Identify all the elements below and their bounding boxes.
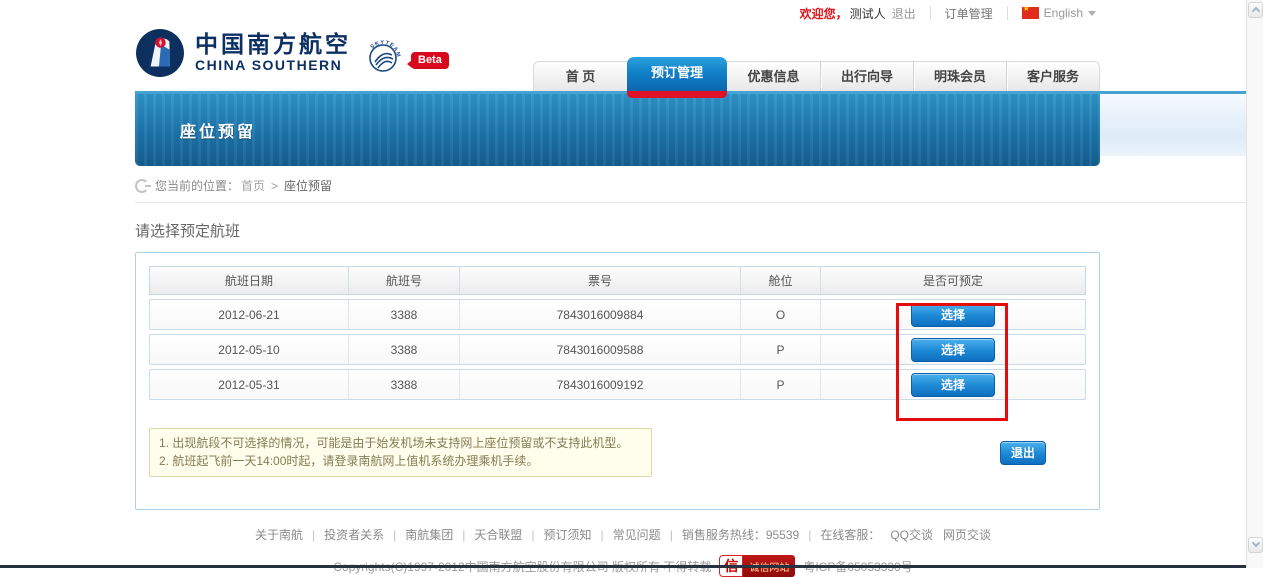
col-header-flight-date: 航班日期 <box>150 272 348 289</box>
footer-link-investor[interactable]: 投资者关系 <box>303 526 384 543</box>
col-header-ticket-no: 票号 <box>459 267 740 294</box>
note-line: 1. 出现航段不可选择的情况，可能是由于始发机场未支持网上座位预留或不支持此机型… <box>159 434 642 452</box>
ticket-no: 7843016009884 <box>459 300 740 329</box>
select-button[interactable]: 选择 <box>911 373 995 397</box>
table-row: 2012-05-10 3388 7843016009588 P 选择 <box>149 334 1086 365</box>
footer-link-skyteam[interactable]: 天合联盟 <box>453 526 522 543</box>
welcome-text: 欢迎您， <box>800 5 848 22</box>
cabin-class: O <box>740 300 820 329</box>
col-header-cabin: 舱位 <box>740 267 820 294</box>
breadcrumb-separator: > <box>271 179 278 193</box>
web-chat-link[interactable]: 网页交谈 <box>943 526 991 543</box>
breadcrumb-home-link[interactable]: 首页 <box>241 177 265 194</box>
china-flag-icon <box>1022 7 1039 19</box>
footer-link-about[interactable]: 关于南航 <box>255 526 303 543</box>
flight-date: 2012-05-10 <box>150 343 348 357</box>
select-button[interactable]: 选择 <box>911 338 995 362</box>
note-line: 2. 航班起飞前一天14:00时起，请登录南航网上值机系统办理乘机手续。 <box>159 452 642 470</box>
page-banner: 座位预留 <box>135 94 1246 166</box>
logout-link[interactable]: 退出 <box>892 5 916 22</box>
notes-box: 1. 出现航段不可选择的情况，可能是由于始发机场未支持网上座位预留或不支持此机型… <box>149 428 652 477</box>
language-label: English <box>1044 6 1083 20</box>
site-header: 中国南方航空 CHINA SOUTHERN SKYTEAM Beta 首 页 预… <box>0 26 1246 91</box>
ticket-no: 7843016009588 <box>459 335 740 364</box>
ticket-no: 7843016009192 <box>459 370 740 399</box>
nav-tab-promotions[interactable]: 优惠信息 <box>727 62 820 91</box>
nav-tab-customer-service[interactable]: 客户服务 <box>1006 62 1099 91</box>
sales-hotline: 销售服务热线：95539 <box>661 526 800 543</box>
footer-link-group[interactable]: 南航集团 <box>384 526 453 543</box>
brand-name-cn: 中国南方航空 <box>195 31 351 57</box>
username: 测试人 <box>850 5 886 22</box>
language-switcher[interactable]: English <box>1022 6 1096 20</box>
footer: 关于南航 投资者关系 南航集团 天合联盟 预订须知 常见问题 销售服务热线：95… <box>0 526 1246 577</box>
page: 欢迎您， 测试人 退出 订单管理 English 中国南方航空 CHINA SO… <box>0 0 1246 568</box>
flight-no: 3388 <box>348 370 459 399</box>
flight-no: 3388 <box>348 300 459 329</box>
table-row: 2012-05-31 3388 7843016009192 P 选择 <box>149 369 1086 400</box>
divider <box>1007 6 1008 20</box>
nav-tab-booking-management[interactable]: 预订管理 <box>627 57 727 91</box>
banner-main: 座位预留 <box>135 94 1100 166</box>
page-title: 座位预留 <box>180 118 256 142</box>
divider <box>135 202 1246 203</box>
vertical-scrollbar[interactable] <box>1246 0 1263 568</box>
scroll-up-button[interactable] <box>1248 2 1263 18</box>
nav-tab-travel-guide[interactable]: 出行向导 <box>820 62 913 91</box>
footer-link-faq[interactable]: 常见问题 <box>592 526 661 543</box>
footer-link-booking-notice[interactable]: 预订须知 <box>522 526 591 543</box>
col-header-flight-no: 航班号 <box>348 267 459 294</box>
banner-side-sky <box>1100 94 1246 156</box>
brand-name-en: CHINA SOUTHERN <box>195 57 351 73</box>
select-button[interactable]: 选择 <box>911 303 995 327</box>
breadcrumb-current: 座位预留 <box>284 177 332 194</box>
nav-tab-home[interactable]: 首 页 <box>534 62 627 91</box>
chevron-down-icon <box>1088 11 1096 16</box>
scroll-down-button[interactable] <box>1248 537 1263 553</box>
cabin-class: P <box>740 335 820 364</box>
section-title: 请选择预定航班 <box>135 220 1246 241</box>
airline-tail-logo-icon <box>135 28 185 78</box>
table-row: 2012-06-21 3388 7843016009884 O 选择 <box>149 299 1086 330</box>
top-utility-bar: 欢迎您， 测试人 退出 订单管理 English <box>0 0 1246 26</box>
flight-selection-panel: 航班日期 航班号 票号 舱位 是否可预定 2012-06-21 3388 784… <box>135 252 1100 510</box>
cabin-class: P <box>740 370 820 399</box>
col-header-bookable: 是否可预定 <box>820 267 1085 294</box>
online-service-label: 在线客服： <box>799 526 880 543</box>
order-management-link[interactable]: 订单管理 <box>945 5 993 22</box>
flight-no: 3388 <box>348 335 459 364</box>
breadcrumb-label: 您当前的位置： <box>155 177 239 194</box>
chevron-up-icon <box>1252 7 1260 15</box>
brand-logo[interactable]: 中国南方航空 CHINA SOUTHERN SKYTEAM Beta <box>135 28 449 78</box>
breadcrumb: 您当前的位置： 首页 > 座位预留 <box>135 177 1246 194</box>
flight-table: 航班日期 航班号 票号 舱位 是否可预定 2012-06-21 3388 784… <box>149 266 1086 400</box>
nav-tab-pearl-member[interactable]: 明珠会员 <box>913 62 1006 91</box>
skyteam-logo: SKYTEAM <box>363 36 403 76</box>
main-navigation: 首 页 预订管理 优惠信息 出行向导 明珠会员 客户服务 <box>533 61 1100 91</box>
location-icon <box>135 179 149 193</box>
qq-chat-link[interactable]: QQ交谈 <box>890 526 933 543</box>
flight-date: 2012-05-31 <box>150 378 348 392</box>
divider <box>930 6 931 20</box>
brand-name: 中国南方航空 CHINA SOUTHERN <box>195 31 351 73</box>
flight-date: 2012-06-21 <box>150 308 348 322</box>
table-header-row: 航班日期 航班号 票号 舱位 是否可预定 <box>149 266 1086 295</box>
beta-badge: Beta <box>411 52 449 69</box>
footer-links: 关于南航 投资者关系 南航集团 天合联盟 预订须知 常见问题 销售服务热线：95… <box>255 526 991 543</box>
svg-text:SKYTEAM: SKYTEAM <box>369 40 401 58</box>
exit-button[interactable]: 退出 <box>1000 441 1046 465</box>
chevron-down-icon <box>1252 539 1260 547</box>
